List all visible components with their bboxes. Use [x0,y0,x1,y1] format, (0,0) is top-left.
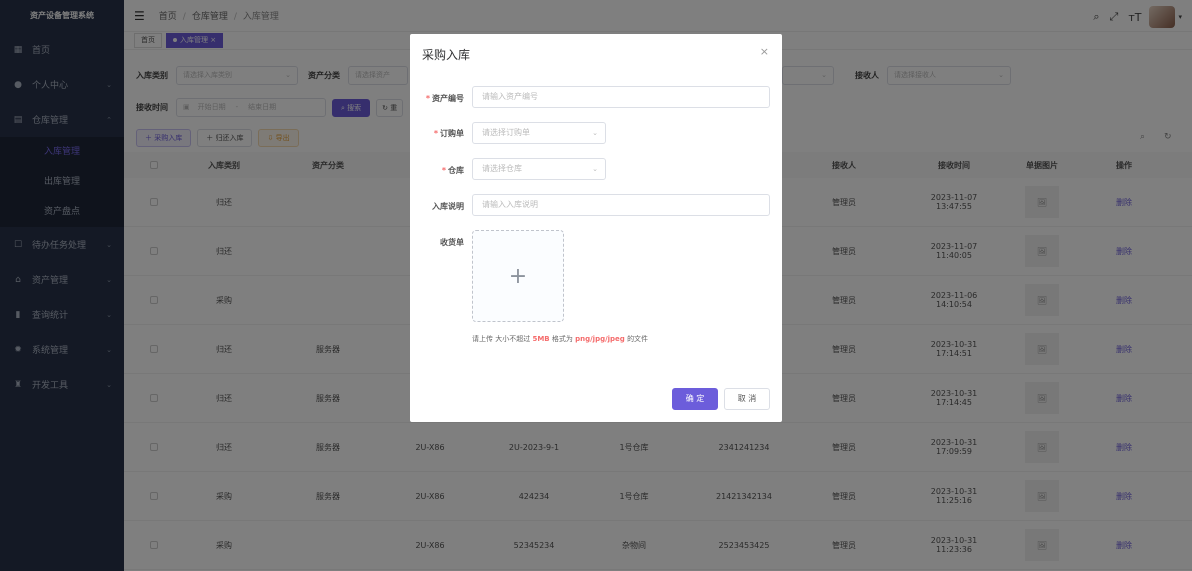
app: 资产设备管理系统 ▦ 首页 ● 个人中心 ⌄ ▤ 仓库管理 ⌃ 入库管理 出库管… [0,0,1192,571]
close-icon[interactable]: × [760,45,769,58]
desc-input[interactable]: 请输入入库说明 [472,194,770,216]
purchase-in-dialog: 采购入库 × * 资产编号 请输入资产编号 * 订购单 请选择订购单 ⌄ * 仓库 请选… [410,34,782,422]
order-select[interactable]: 请选择订购单 ⌄ [472,122,606,144]
asset-no-input[interactable]: 请输入资产编号 [472,86,770,108]
chevron-down-icon: ⌄ [592,165,598,173]
receipt-label: 收货单 [440,238,464,247]
chevron-down-icon: ⌄ [592,129,598,137]
dialog-title: 采购入库 [422,48,471,62]
warehouse-select[interactable]: 请选择仓库 ⌄ [472,158,606,180]
warehouse-label: * 仓库 [441,166,464,175]
desc-label: 入库说明 [432,202,464,211]
cancel-button[interactable]: 取 消 [724,388,770,410]
plus-icon: + [508,263,528,289]
upload-area[interactable]: + [472,230,564,322]
confirm-button[interactable]: 确 定 [672,388,718,410]
upload-tip: 请上传 大小不超过 5MB 格式为 png/jpg/jpeg 的文件 [472,335,649,343]
order-label: * 订购单 [433,129,464,138]
asset-no-label: * 资产编号 [425,94,464,103]
